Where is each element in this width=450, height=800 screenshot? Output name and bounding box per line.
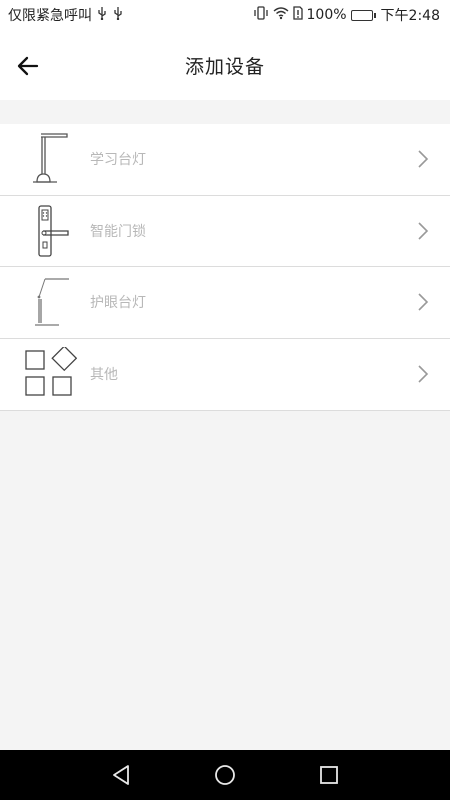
eye-care-lamp-icon: [22, 272, 78, 332]
device-label: 智能门锁: [90, 223, 146, 240]
status-time: 下午2:48: [380, 8, 440, 24]
wifi-icon: [273, 6, 289, 24]
device-row-other[interactable]: 其他: [0, 339, 450, 411]
smart-lock-icon: [22, 201, 78, 261]
chevron-right-icon: [416, 221, 430, 241]
carrier-text: 仅限紧急呼叫: [8, 8, 92, 24]
vibrate-icon: [253, 6, 269, 24]
device-row-eye-care-lamp[interactable]: 护眼台灯: [0, 267, 450, 339]
nav-recent-button[interactable]: [317, 763, 341, 787]
status-left: 仅限紧急呼叫: [8, 5, 124, 25]
battery-percent: 100%: [306, 7, 347, 23]
device-type-list: 学习台灯 智能门锁 护眼台灯 其他: [0, 124, 450, 411]
device-row-smart-lock[interactable]: 智能门锁: [0, 196, 450, 267]
desk-lamp-icon: [22, 129, 78, 189]
app-header: 添加设备: [0, 30, 450, 100]
device-label: 护眼台灯: [90, 295, 146, 312]
device-label: 其他: [90, 367, 118, 384]
triangle-back-icon: [113, 765, 129, 785]
status-right: 100% 下午2:48: [253, 5, 440, 25]
chevron-right-icon: [416, 149, 430, 169]
chevron-right-icon: [416, 364, 430, 384]
usb-icon: [112, 6, 124, 24]
arrow-left-icon: [17, 56, 39, 76]
usb-icon: [96, 6, 108, 24]
status-bar: 仅限紧急呼叫 100% 下午2:48: [0, 0, 450, 30]
nav-back-button[interactable]: [109, 763, 133, 787]
nav-home-button[interactable]: [213, 763, 237, 787]
circle-home-icon: [215, 765, 235, 785]
other-grid-icon: [22, 344, 78, 404]
page-title: 添加设备: [184, 55, 265, 78]
square-recent-icon: [320, 766, 338, 784]
sim-alert-icon: [292, 6, 303, 24]
chevron-right-icon: [416, 292, 430, 312]
system-nav-bar: [0, 750, 450, 800]
battery-icon: [350, 9, 376, 21]
back-button[interactable]: [12, 50, 44, 82]
device-row-study-lamp[interactable]: 学习台灯: [0, 124, 450, 196]
device-label: 学习台灯: [90, 152, 146, 169]
